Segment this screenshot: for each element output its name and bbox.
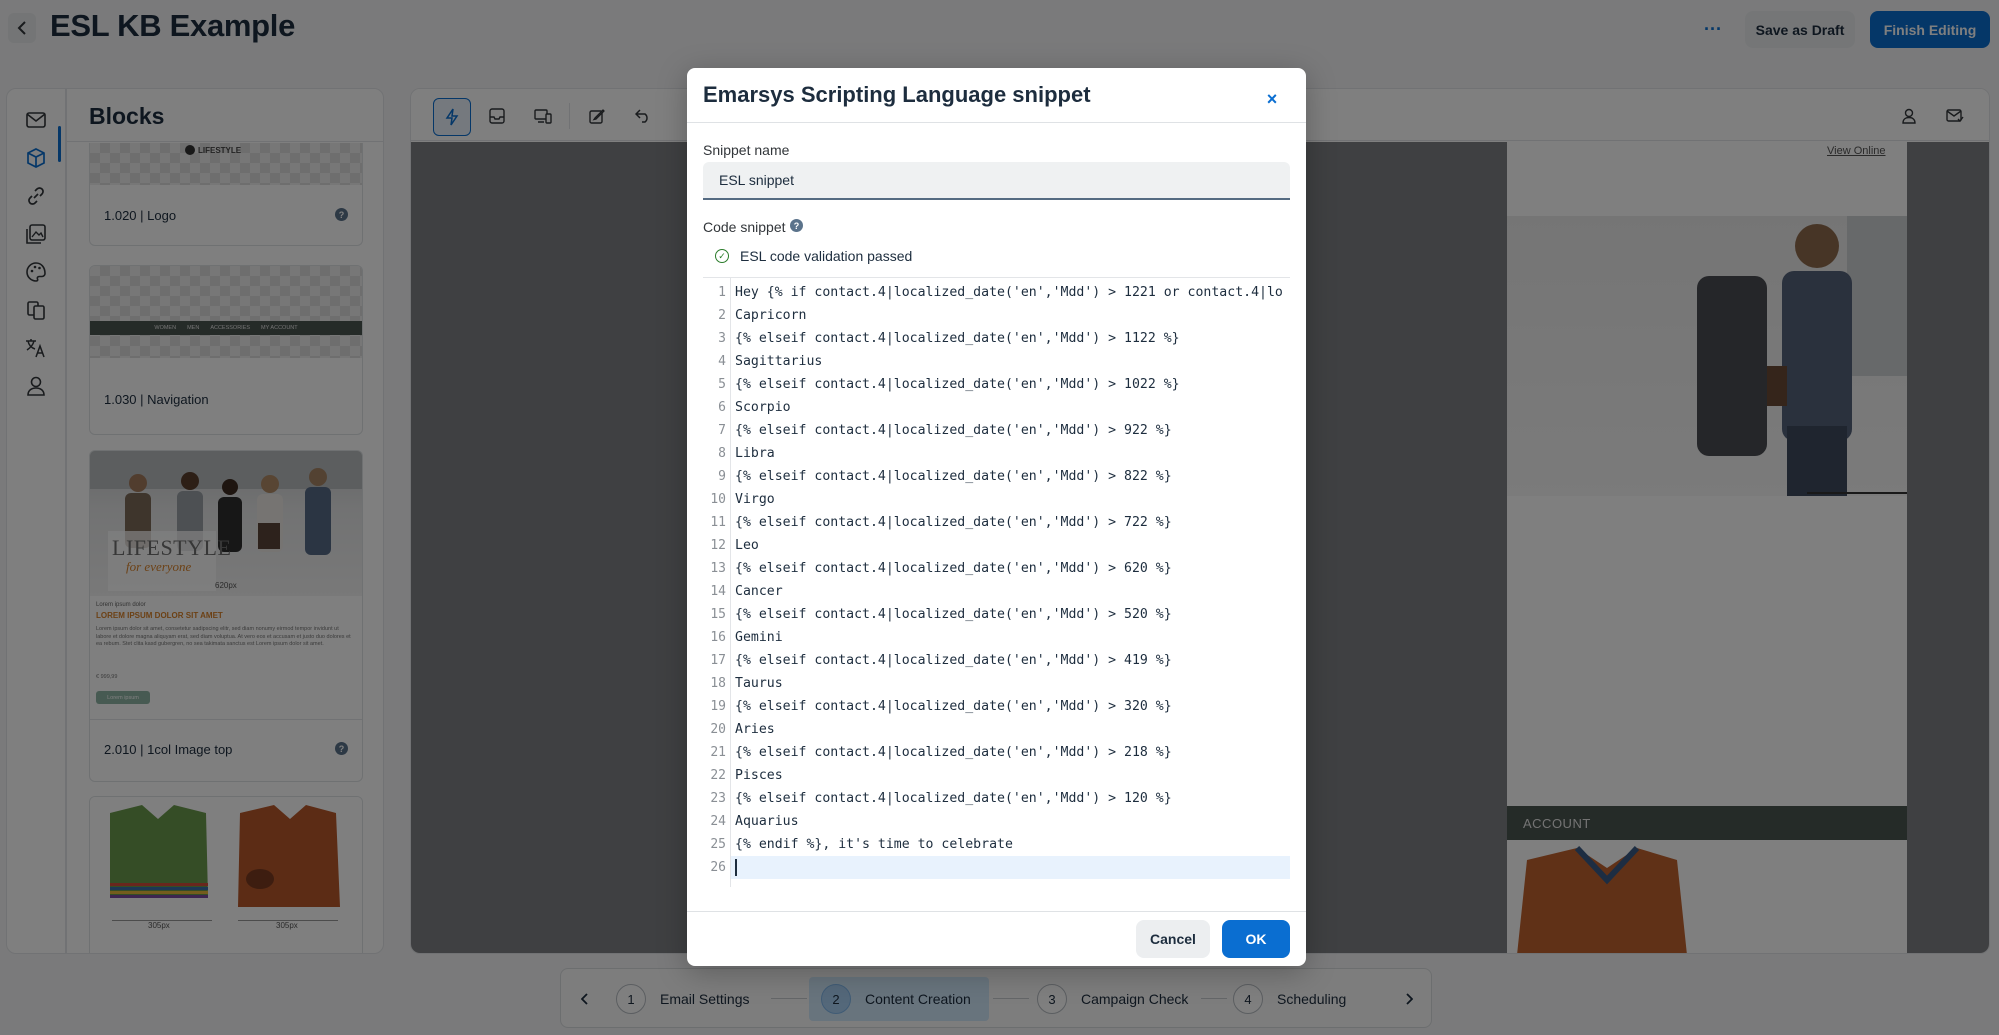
line-number: 1 — [718, 285, 726, 300]
line-number: 7 — [718, 423, 726, 438]
code-line: Scorpio — [735, 400, 791, 415]
line-number: 24 — [710, 814, 726, 829]
code-line: Virgo — [735, 492, 775, 507]
close-button[interactable]: × — [1255, 82, 1289, 116]
line-number: 4 — [718, 354, 726, 369]
code-line: Aries — [735, 722, 775, 737]
line-number: 5 — [718, 377, 726, 392]
line-number: 17 — [710, 653, 726, 668]
code-line: Aquarius — [735, 814, 799, 829]
check-circle-icon: ✓ — [715, 249, 729, 263]
line-number-gutter: 1 2 3 4 5 6 7 8 9 10 11 12 13 14 15 16 17 18 19 20 21 22 23 24 2… — [703, 278, 731, 887]
code-line: Leo — [735, 538, 759, 553]
line-number: 8 — [718, 446, 726, 461]
line-number: 26 — [710, 860, 726, 875]
line-number: 10 — [710, 492, 726, 507]
code-line: Gemini — [735, 630, 783, 645]
code-line: Sagittarius — [735, 354, 823, 369]
code-line: Pisces — [735, 768, 783, 783]
code-line: {% elseif contact.4|localized_date('en',… — [735, 653, 1172, 668]
close-icon: × — [1266, 88, 1278, 109]
line-number: 20 — [710, 722, 726, 737]
line-number: 16 — [710, 630, 726, 645]
code-line: {% elseif contact.4|localized_date('en',… — [735, 699, 1172, 714]
line-number: 23 — [710, 791, 726, 806]
help-icon[interactable]: ? — [790, 219, 803, 232]
line-number: 3 — [718, 331, 726, 346]
dialog-footer-divider — [687, 911, 1306, 912]
code-line: {% endif %}, it's time to celebrate — [735, 837, 1013, 852]
line-number: 21 — [710, 745, 726, 760]
code-line: Hey {% if contact.4|localized_date('en',… — [735, 285, 1283, 300]
line-number: 11 — [710, 515, 726, 530]
code-line: {% elseif contact.4|localized_date('en',… — [735, 791, 1172, 806]
code-line: {% elseif contact.4|localized_date('en',… — [735, 469, 1172, 484]
line-number: 2 — [718, 308, 726, 323]
line-number: 25 — [710, 837, 726, 852]
code-line: {% elseif contact.4|localized_date('en',… — [735, 607, 1172, 622]
code-line: {% elseif contact.4|localized_date('en',… — [735, 561, 1172, 576]
ok-button[interactable]: OK — [1222, 920, 1290, 958]
text-caret — [735, 859, 737, 876]
line-number: 18 — [710, 676, 726, 691]
code-editor[interactable]: 1 2 3 4 5 6 7 8 9 10 11 12 13 14 15 16 17 18 19 20 21 22 23 24 2… — [703, 277, 1290, 887]
code-line: {% elseif contact.4|localized_date('en',… — [735, 745, 1172, 760]
snippet-name-label: Snippet name — [703, 142, 790, 158]
line-number: 12 — [710, 538, 726, 553]
code-line: Cancer — [735, 584, 783, 599]
line-number: 14 — [710, 584, 726, 599]
cancel-button[interactable]: Cancel — [1136, 920, 1210, 958]
code-line: {% elseif contact.4|localized_date('en',… — [735, 377, 1180, 392]
code-line: Taurus — [735, 676, 783, 691]
line-number: 13 — [710, 561, 726, 576]
code-snippet-label: Code snippet — [703, 219, 786, 235]
code-line: Capricorn — [735, 308, 807, 323]
code-line: {% elseif contact.4|localized_date('en',… — [735, 331, 1180, 346]
dialog-title: Emarsys Scripting Language snippet — [703, 82, 1091, 107]
line-number: 22 — [710, 768, 726, 783]
dialog-header-divider — [687, 122, 1306, 123]
line-number: 19 — [710, 699, 726, 714]
code-line: Libra — [735, 446, 775, 461]
esl-snippet-dialog: Emarsys Scripting Language snippet × Sni… — [687, 68, 1306, 966]
line-number: 15 — [710, 607, 726, 622]
line-number: 9 — [718, 469, 726, 484]
snippet-name-input[interactable] — [703, 162, 1290, 200]
validation-message: ESL code validation passed — [740, 248, 913, 264]
current-line-highlight — [731, 856, 1290, 879]
code-line: {% elseif contact.4|localized_date('en',… — [735, 423, 1172, 438]
code-line: {% elseif contact.4|localized_date('en',… — [735, 515, 1172, 530]
line-number: 6 — [718, 400, 726, 415]
